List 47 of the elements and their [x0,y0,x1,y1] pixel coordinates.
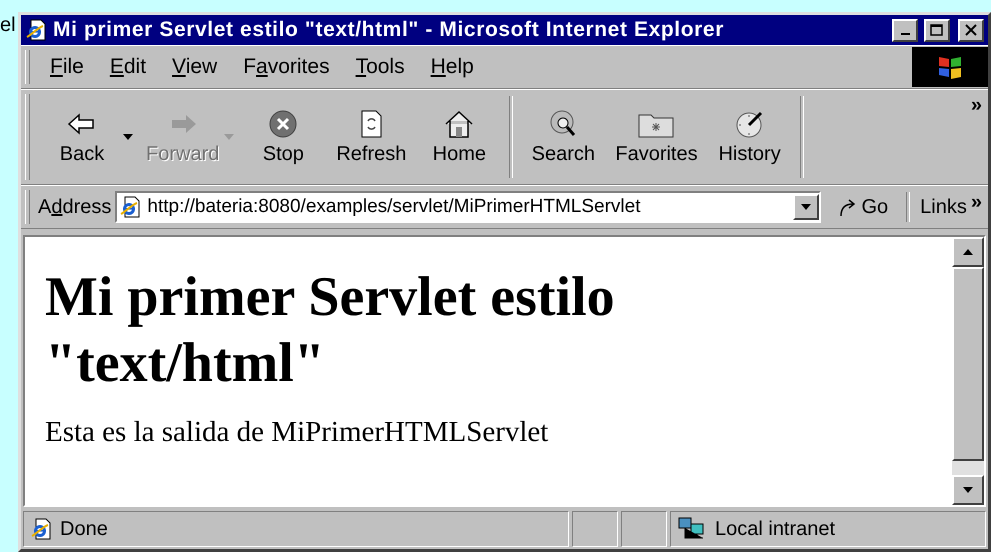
page-heading: Mi primer Servlet estilo "text/html" [45,265,616,396]
close-button[interactable] [958,18,984,42]
favorites-button[interactable]: Favorites [607,90,706,184]
scroll-up-button[interactable] [952,237,984,267]
window-title: Mi primer Servlet estilo "text/html" - Microsoft Internet Explorer [53,18,725,42]
address-field[interactable]: http://bateria:8080/examples/servlet/MiPrimerHTMLServlet [115,191,822,223]
scroll-down-button[interactable] [952,475,984,505]
background-text: el [0,14,16,37]
menu-item[interactable]: View [160,55,232,79]
status-pane [621,511,667,547]
address-label: Address [38,196,112,218]
menu-item[interactable]: Favorites [231,55,344,79]
refresh-button[interactable]: Refresh [327,90,416,184]
maximize-button[interactable] [924,18,950,42]
stop-button[interactable]: Stop [239,90,328,184]
minimize-icon [900,33,910,35]
dropdown-button[interactable] [793,194,820,220]
minimize-button[interactable] [892,18,918,42]
windows-logo-icon [912,47,988,87]
chevron[interactable]: » [970,190,982,214]
down-arrow-icon [962,486,974,494]
scroll-thumb[interactable] [952,267,984,461]
menu-item[interactable]: Tools [344,55,419,79]
close-icon [965,24,977,36]
back-button[interactable]: Back [38,90,126,184]
address-value: http://bateria:8080/examples/servlet/MiPrimerHTMLServlet [147,196,642,218]
ie-page-icon [30,518,52,540]
scrollbar[interactable] [952,237,984,505]
ie-page-icon [119,196,142,218]
home-button[interactable]: Home [415,90,504,184]
menu-item[interactable]: Edit [98,55,160,79]
ie-page-icon [25,19,47,41]
history-button[interactable]: History [706,90,794,184]
menu-item[interactable]: Help [418,55,488,79]
status-pane [572,511,618,547]
up-arrow-icon [962,248,974,256]
caret-icon[interactable] [122,133,134,141]
caret-icon [800,203,812,211]
zone-text: Local intranet [715,518,836,540]
chevron[interactable]: » [970,94,982,117]
page-text: Esta es la salida de MiPrimerHTMLServlet [45,416,550,450]
menu-item[interactable]: File [38,55,98,79]
status-text: Done [60,518,108,540]
links-button[interactable]: Links [920,196,967,218]
maximize-icon [930,24,944,36]
go-button[interactable]: Go [821,196,900,218]
search-button[interactable]: Search [519,90,608,184]
